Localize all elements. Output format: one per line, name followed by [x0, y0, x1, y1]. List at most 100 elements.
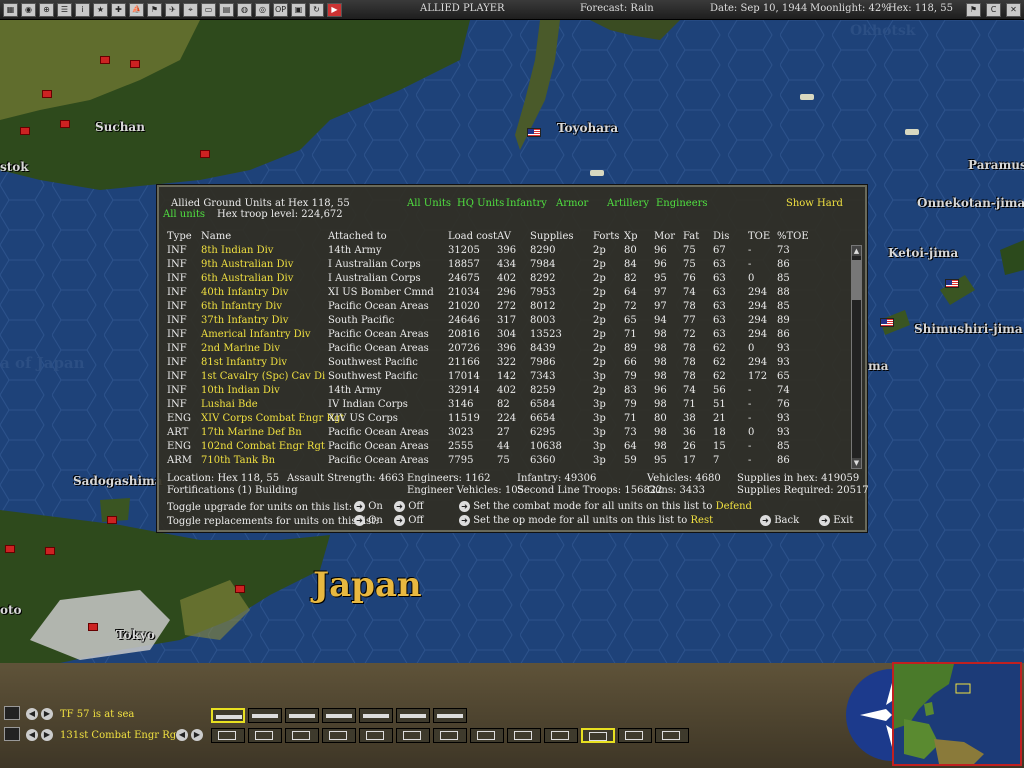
japanese-unit-marker[interactable]	[45, 547, 55, 555]
column-header[interactable]: TOE	[748, 231, 770, 242]
base-icon[interactable]: ▣	[291, 2, 306, 17]
table-cell[interactable]: 710th Tank Bn	[201, 455, 275, 466]
allied-unit-flag[interactable]	[527, 128, 541, 137]
column-header[interactable]: Supplies	[530, 231, 574, 242]
replacements-off-button[interactable]: ➜ Off	[394, 515, 424, 526]
table-cell[interactable]: 81st Infantry Div	[201, 357, 287, 368]
ship-filter-button[interactable]	[285, 708, 319, 723]
column-header[interactable]: Name	[201, 231, 231, 242]
cross-icon[interactable]: ✚	[111, 2, 126, 17]
ship-filter-button[interactable]	[211, 708, 245, 723]
table-row[interactable]: ENG 102nd Combat Engr Rgt Pacific Ocean Ar…	[159, 441, 839, 455]
table-row[interactable]: INF 81st Infantry Div Southwest Pacific 211…	[159, 357, 839, 371]
eye-icon[interactable]: ◎	[255, 2, 270, 17]
table-row[interactable]: INF 9th Australian Div I Australian Corps 1…	[159, 259, 839, 273]
column-header[interactable]: Mor	[654, 231, 675, 242]
table-cell[interactable]: 40th Infantry Div	[201, 287, 288, 298]
table-cell[interactable]: 1st Cavalry (Spc) Cav Di	[201, 371, 325, 382]
back-button[interactable]: ➜ Back	[760, 515, 799, 526]
prev-arrow-icon[interactable]: ◀	[176, 729, 188, 741]
column-header[interactable]: AV	[497, 231, 511, 242]
flag-icon[interactable]: ⚑	[147, 2, 162, 17]
table-row[interactable]: INF 6th Australian Div I Australian Corps 2…	[159, 273, 839, 287]
column-header[interactable]: Fat	[683, 231, 699, 242]
tf-status[interactable]: TF 57 is at sea	[60, 709, 134, 720]
ship-icon[interactable]	[4, 706, 20, 720]
ship-filter-button[interactable]	[322, 708, 356, 723]
table-row[interactable]: INF 2nd Marine Div Pacific Ocean Areas 2072…	[159, 343, 839, 357]
flag-icon[interactable]: ⚑	[966, 3, 981, 17]
table-cell[interactable]: 17th Marine Def Bn	[201, 427, 302, 438]
ship-filter-button[interactable]	[359, 708, 393, 723]
table-row[interactable]: ENG XIV Corps Combat Engr Rgt XIV US Corps…	[159, 413, 839, 427]
filter-all-units[interactable]: All Units	[407, 198, 451, 209]
unit-filter-button[interactable]	[655, 728, 689, 743]
column-header[interactable]: Type	[167, 231, 192, 242]
table-row[interactable]: INF 8th Indian Div 14th Army 31205 396 8290 2p…	[159, 245, 839, 259]
japanese-unit-marker[interactable]	[5, 545, 15, 553]
soviet-unit-marker[interactable]	[20, 127, 30, 135]
next-arrow-icon[interactable]: ▶	[41, 729, 53, 741]
target-icon[interactable]: ⊕	[39, 2, 54, 17]
column-header[interactable]: Load cost	[448, 231, 497, 242]
filter-infantry[interactable]: Infantry	[506, 198, 547, 209]
next-arrow-icon[interactable]: ▶	[191, 729, 203, 741]
minimap[interactable]	[892, 662, 1022, 766]
unit-filter-button[interactable]	[322, 728, 356, 743]
ship-filter-button[interactable]	[433, 708, 467, 723]
upgrade-on-button[interactable]: ➜ On	[354, 501, 383, 512]
table-row[interactable]: ART 17th Marine Def Bn Pacific Ocean Areas…	[159, 427, 839, 441]
info-icon[interactable]: i	[75, 2, 90, 17]
column-header[interactable]: Attached to	[328, 231, 387, 242]
table-cell[interactable]: 37th Infantry Div	[201, 315, 288, 326]
flag-icon[interactable]	[4, 727, 20, 741]
scroll-up-icon[interactable]: ▲	[852, 246, 861, 256]
filter-armor[interactable]: Armor	[556, 198, 588, 209]
replacements-on-button[interactable]: ➜ On	[354, 515, 383, 526]
soviet-unit-marker[interactable]	[60, 120, 70, 128]
combat-mode-button[interactable]: ➜ Set the combat mode for all units on t…	[459, 501, 752, 512]
allied-unit-flag[interactable]	[880, 318, 894, 327]
table-row[interactable]: INF 40th Infantry Div XI US Bomber Cmnd 210…	[159, 287, 839, 301]
recycle-icon[interactable]: ↻	[309, 2, 324, 17]
star-icon[interactable]: ★	[93, 2, 108, 17]
c-button[interactable]: C	[986, 3, 1001, 17]
japanese-unit-marker[interactable]	[107, 516, 117, 524]
list-icon[interactable]: ☰	[57, 2, 72, 17]
table-cell[interactable]: 9th Australian Div	[201, 259, 293, 270]
marker-icon[interactable]: ⌖	[183, 2, 198, 17]
plane-icon[interactable]: ✈	[165, 2, 180, 17]
table-cell[interactable]: 6th Infantry Div	[201, 301, 282, 312]
filter-hq-units[interactable]: HQ Units	[457, 198, 504, 209]
table-cell[interactable]: Americal Infantry Div	[201, 329, 311, 340]
table-row[interactable]: INF Lushai Bde IV Indian Corps 3146 82 6584 3p…	[159, 399, 839, 413]
table-row[interactable]: INF 37th Infantry Div South Pacific 24646 31…	[159, 315, 839, 329]
unit-filter-button[interactable]	[248, 728, 282, 743]
column-header[interactable]: Xp	[624, 231, 638, 242]
ship-icon[interactable]: ⛵	[129, 2, 144, 17]
op-mode-button[interactable]: ➜ Set the op mode for all units on this …	[459, 515, 713, 526]
ship-filter-button[interactable]	[396, 708, 430, 723]
soviet-unit-marker[interactable]	[200, 150, 210, 158]
unit-filter-button[interactable]	[544, 728, 578, 743]
unit-filter-button[interactable]	[211, 728, 245, 743]
unit-filter-button[interactable]	[433, 728, 467, 743]
exit-button[interactable]: ➜ Exit	[819, 515, 853, 526]
unit-filter-button[interactable]	[285, 728, 319, 743]
show-hard-toggle[interactable]: Show Hard	[786, 198, 843, 209]
soviet-unit-marker[interactable]	[130, 60, 140, 68]
globe-icon[interactable]: ◍	[237, 2, 252, 17]
table-row[interactable]: INF Americal Infantry Div Pacific Ocean Ar…	[159, 329, 839, 343]
x-button[interactable]: ✕	[1006, 3, 1021, 17]
table-cell[interactable]: 2nd Marine Div	[201, 343, 280, 354]
map-icon[interactable]: ▦	[3, 2, 18, 17]
prev-arrow-icon[interactable]: ◀	[26, 708, 38, 720]
next-arrow-icon[interactable]: ▶	[41, 708, 53, 720]
group-icon[interactable]: ▤	[219, 2, 234, 17]
table-cell[interactable]: XIV Corps Combat Engr Rgt	[201, 413, 344, 424]
table-row[interactable]: INF 6th Infantry Div Pacific Ocean Areas 21…	[159, 301, 839, 315]
tank-icon[interactable]: ▭	[201, 2, 216, 17]
op-icon[interactable]: OP	[273, 2, 288, 17]
allied-unit-flag[interactable]	[945, 279, 959, 288]
japanese-unit-marker[interactable]	[88, 623, 98, 631]
